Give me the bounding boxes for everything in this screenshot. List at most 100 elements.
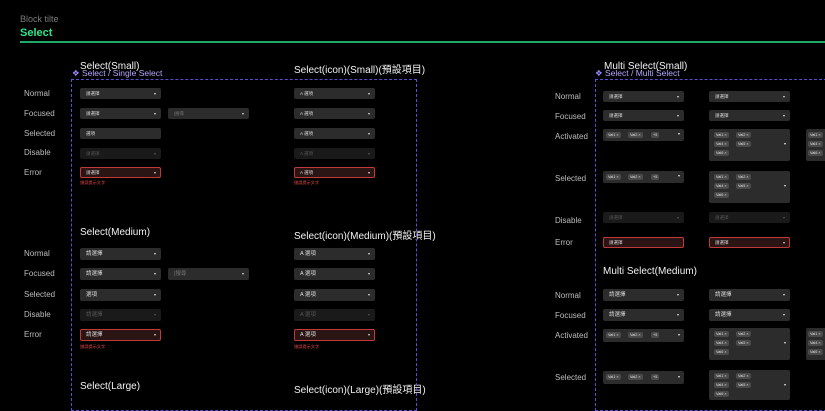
multi-select-small-error[interactable]: 請選擇 — [603, 237, 684, 248]
row-label-focused: Focused — [24, 269, 55, 278]
tag-more[interactable]: +5 — [651, 174, 660, 180]
multi-select-medium-activated-wrap[interactable]: Val1 × Val2 × Val4 × Val5 × Val6 × ▾ — [709, 328, 790, 360]
tag[interactable]: Val1 × — [606, 132, 621, 138]
multi-select-small-activated-wrap[interactable]: Val1 × Val2 × Val4 × Val5 × Val6 × ▾ — [709, 129, 790, 161]
tag-more[interactable]: +5 — [651, 132, 660, 138]
chevron-down-icon: ▾ — [676, 312, 679, 317]
select-icon-small-normal[interactable]: A 選項 ▾ — [294, 88, 375, 99]
tag[interactable]: Val4 × — [808, 141, 823, 147]
select-small-focused[interactable]: 請選擇 ▾ — [80, 108, 161, 119]
multi-select-medium-selected-wrap[interactable]: Val1 × Val2 × Val4 × Val5 × Val6 × ▾ — [709, 370, 790, 400]
tag[interactable]: Val6 × — [714, 192, 729, 198]
select-medium-selected[interactable]: 選項 ▾ — [80, 289, 161, 301]
tag[interactable]: Val1 × — [808, 331, 823, 337]
chevron-down-icon: ▾ — [677, 131, 680, 136]
select-medium-error[interactable]: 請選擇 ▾ — [80, 329, 161, 341]
chevron-down-icon: ▾ — [782, 292, 785, 297]
tag[interactable]: Val6 × — [714, 150, 729, 156]
select-icon-medium-focused[interactable]: A 選項 ▾ — [294, 268, 375, 280]
tag-more[interactable]: +5 — [651, 374, 660, 380]
chevron-down-icon: ▾ — [367, 151, 370, 156]
tag[interactable]: Val5 × — [736, 183, 751, 189]
tag[interactable]: Val2 × — [628, 132, 643, 138]
tag[interactable]: Val6 × — [808, 150, 823, 156]
select-medium-focused[interactable]: 請選擇 ▾ — [80, 268, 161, 280]
multi-select-medium-focused-2[interactable]: 請選擇 ▾ — [709, 309, 790, 321]
multi-select-small-focused[interactable]: 請選擇 ▾ — [603, 110, 684, 121]
row-label-focused: Focused — [555, 112, 586, 121]
tag[interactable]: Val4 × — [714, 141, 729, 147]
tag[interactable]: Val1 × — [714, 132, 729, 138]
tag[interactable]: Val6 × — [808, 349, 823, 355]
row-label-normal: Normal — [555, 92, 581, 101]
tag[interactable]: Val2 × — [628, 332, 643, 338]
tag[interactable]: Val5 × — [736, 382, 751, 388]
chevron-down-icon: ▾ — [676, 292, 679, 297]
select-icon-medium-error[interactable]: A 選項 ▾ — [294, 329, 375, 341]
chevron-down-icon: ▾ — [783, 141, 786, 146]
tag[interactable]: Val1 × — [606, 174, 621, 180]
row-label-disable: Disable — [24, 310, 51, 319]
tag[interactable]: Val1 × — [606, 332, 621, 338]
tag[interactable]: Val1 × — [714, 331, 729, 337]
row-label-error: Error — [24, 330, 42, 339]
tag[interactable]: Val6 × — [714, 391, 729, 397]
multi-select-medium-activated-3[interactable]: Val1 × Val4 × Val6 × — [806, 328, 825, 360]
tag[interactable]: Val1 × — [606, 374, 621, 380]
multi-select-frame-label: ❖ Select / Multi Select — [595, 68, 680, 78]
multi-select-medium-selected[interactable]: Val1 × Val2 × +5 ▾ — [603, 371, 684, 384]
select-medium-search[interactable]: |搜尋 ▾ — [168, 268, 249, 280]
block-title: Block tilte — [20, 14, 59, 24]
tag[interactable]: Val2 × — [736, 132, 751, 138]
select-icon-small-selected[interactable]: A 選項 ▾ — [294, 128, 375, 139]
multi-select-small-activated-3[interactable]: Val1 × Val4 × Val6 × — [806, 129, 825, 161]
select-icon-small-error[interactable]: A 選項 ▾ — [294, 167, 375, 178]
select-small-error[interactable]: 請選擇 ▾ — [80, 167, 161, 178]
multi-select-small-error-2[interactable]: 請選擇 ▾ — [709, 237, 790, 248]
tag[interactable]: Val6 × — [714, 349, 729, 355]
tag[interactable]: Val5 × — [736, 141, 751, 147]
select-icon-medium-normal[interactable]: A 選項 ▾ — [294, 248, 375, 260]
multi-select-small-selected[interactable]: Val1 × Val2 × +5 ▾ — [603, 171, 684, 183]
tag[interactable]: Val2 × — [628, 374, 643, 380]
multi-select-small-normal-2[interactable]: 請選擇 ▾ — [709, 91, 790, 102]
tag[interactable]: Val1 × — [714, 174, 729, 180]
tag[interactable]: Val4 × — [714, 183, 729, 189]
tag[interactable]: Val5 × — [736, 340, 751, 346]
tag-more[interactable]: +5 — [651, 332, 660, 338]
multi-select-small-normal[interactable]: 請選擇 ▾ — [603, 91, 684, 102]
multi-select-small-focused-2[interactable]: 請選擇 ▾ — [709, 110, 790, 121]
chevron-down-icon: ▾ — [153, 151, 156, 156]
chevron-down-icon: ▾ — [367, 251, 370, 256]
select-icon-small-focused[interactable]: A 選項 ▾ — [294, 108, 375, 119]
select-icon-medium-selected[interactable]: A 選項 ▾ — [294, 289, 375, 301]
error-hint: 錯誤提示文字 — [80, 180, 106, 185]
tag[interactable]: Val2 × — [736, 174, 751, 180]
select-small-selected[interactable]: 選項 — [80, 128, 161, 139]
multi-select-medium-activated[interactable]: Val1 × Val2 × +5 ▾ — [603, 329, 684, 342]
row-label-activated: Activated — [555, 331, 588, 340]
multi-select-medium-focused[interactable]: 請選擇 ▾ — [603, 309, 684, 321]
chevron-down-icon: ▾ — [153, 292, 156, 297]
error-hint: 錯誤提示文字 — [80, 344, 106, 349]
tag[interactable]: Val2 × — [736, 331, 751, 337]
chevron-down-icon: ▾ — [367, 91, 370, 96]
chevron-down-icon: ▾ — [241, 271, 244, 276]
error-hint: 錯誤提示文字 — [294, 344, 320, 349]
tag[interactable]: Val2 × — [628, 174, 643, 180]
multi-select-medium-normal-2[interactable]: 請選擇 ▾ — [709, 289, 790, 301]
select-medium-normal[interactable]: 請選擇 ▾ — [80, 248, 161, 260]
tag[interactable]: Val4 × — [808, 340, 823, 346]
select-small-normal[interactable]: 請選擇 ▾ — [80, 88, 161, 99]
select-small-search[interactable]: |搜尋 ▾ — [168, 108, 249, 119]
chevron-down-icon: ▾ — [367, 292, 370, 297]
chevron-down-icon: ▾ — [153, 312, 156, 317]
tag[interactable]: Val4 × — [714, 340, 729, 346]
multi-select-small-activated[interactable]: Val1 × Val2 × +5 ▾ — [603, 129, 684, 141]
tag[interactable]: Val4 × — [714, 382, 729, 388]
tag[interactable]: Val1 × — [714, 373, 729, 379]
multi-select-medium-normal[interactable]: 請選擇 ▾ — [603, 289, 684, 301]
tag[interactable]: Val1 × — [808, 132, 823, 138]
multi-select-small-selected-wrap[interactable]: Val1 × Val2 × Val4 × Val5 × Val6 × ▾ — [709, 171, 790, 203]
tag[interactable]: Val2 × — [736, 373, 751, 379]
